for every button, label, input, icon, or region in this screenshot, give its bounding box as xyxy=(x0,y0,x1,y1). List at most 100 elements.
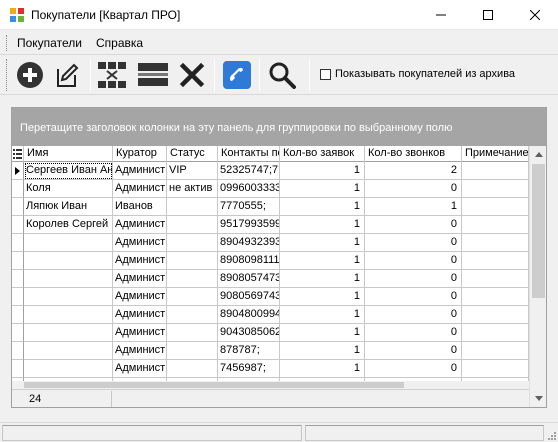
cell-requests[interactable]: 1 xyxy=(280,252,365,270)
cell-contacts[interactable]: 8908057473 xyxy=(218,270,280,288)
cell-contacts[interactable]: 8908098111 xyxy=(218,252,280,270)
cell-requests[interactable]: 1 xyxy=(280,324,365,342)
cell-status[interactable]: VIP xyxy=(167,162,218,180)
column-header-contacts[interactable]: Контакты пок xyxy=(218,146,280,162)
rows-button[interactable] xyxy=(137,59,169,91)
cell-curator[interactable]: Админист xyxy=(113,360,167,378)
delete-button[interactable] xyxy=(176,59,208,91)
resize-grip-icon[interactable] xyxy=(546,430,556,440)
column-header-name[interactable]: Имя xyxy=(24,146,113,162)
table-row[interactable]: Королев Сергей Админист 9517993599 1 0 xyxy=(12,216,529,234)
call-button[interactable] xyxy=(221,59,253,91)
table-row[interactable]: Админист 8904800994 1 0 xyxy=(12,306,529,324)
cell-requests[interactable]: 1 xyxy=(280,306,365,324)
cell-contacts[interactable]: 8904800994 xyxy=(218,306,280,324)
cell-name[interactable] xyxy=(24,288,113,306)
cell-note[interactable] xyxy=(462,342,529,360)
cell-note[interactable] xyxy=(462,270,529,288)
cell-curator[interactable]: Админист xyxy=(113,216,167,234)
cell-status[interactable] xyxy=(167,324,218,342)
archive-checkbox[interactable] xyxy=(320,68,331,80)
cell-name[interactable] xyxy=(24,234,113,252)
row-indicator[interactable] xyxy=(12,324,24,342)
cell-note[interactable] xyxy=(462,162,529,180)
cell-status[interactable] xyxy=(167,360,218,378)
cell-note[interactable] xyxy=(462,216,529,234)
table-row[interactable]: Админист 9043085062 1 0 xyxy=(12,324,529,342)
row-indicator[interactable] xyxy=(12,198,24,216)
cell-status[interactable] xyxy=(167,288,218,306)
row-indicator[interactable] xyxy=(12,216,24,234)
cell-curator[interactable]: Админист xyxy=(113,162,167,180)
cell-note[interactable] xyxy=(462,288,529,306)
row-indicator[interactable] xyxy=(12,360,24,378)
vertical-scroll-thumb[interactable] xyxy=(532,164,545,298)
cell-contacts[interactable]: 878787; xyxy=(218,342,280,360)
horizontal-scroll-thumb[interactable] xyxy=(24,382,404,388)
table-row[interactable]: Ляпюк Иван Иванов 7770555; 1 1 xyxy=(12,198,529,216)
cell-curator[interactable]: Админист xyxy=(113,234,167,252)
cell-requests[interactable]: 1 xyxy=(280,288,365,306)
column-chooser-button[interactable] xyxy=(12,146,24,162)
cell-curator[interactable]: Админист xyxy=(113,288,167,306)
cell-curator[interactable]: Админист xyxy=(113,270,167,288)
cell-status[interactable] xyxy=(167,306,218,324)
cell-status[interactable] xyxy=(167,252,218,270)
row-indicator[interactable] xyxy=(12,234,24,252)
column-header-status[interactable]: Статус xyxy=(167,146,218,162)
cell-curator[interactable]: Админист xyxy=(113,342,167,360)
cell-curator[interactable]: Админист xyxy=(113,306,167,324)
cell-name[interactable]: Королев Сергей xyxy=(24,216,113,234)
cell-requests[interactable]: 1 xyxy=(280,360,365,378)
cell-calls[interactable]: 0 xyxy=(365,180,462,198)
table-row[interactable]: Админист 8904932393 1 0 xyxy=(12,234,529,252)
cell-name[interactable] xyxy=(24,270,113,288)
cell-calls[interactable]: 0 xyxy=(365,288,462,306)
cell-note[interactable] xyxy=(462,234,529,252)
cell-requests[interactable]: 1 xyxy=(280,216,365,234)
archive-toggle[interactable]: Показывать покупателей из архива xyxy=(320,68,515,80)
horizontal-scrollbar[interactable] xyxy=(12,381,529,389)
table-row[interactable]: Админист 878787; 1 0 xyxy=(12,342,529,360)
cell-requests[interactable]: 1 xyxy=(280,162,365,180)
columns-button[interactable] xyxy=(97,59,129,91)
row-indicator[interactable] xyxy=(12,252,24,270)
cell-curator[interactable]: Иванов xyxy=(113,198,167,216)
menu-grip[interactable] xyxy=(6,35,9,51)
cell-name[interactable] xyxy=(24,342,113,360)
cell-contacts[interactable]: 8904932393 xyxy=(218,234,280,252)
cell-status[interactable]: не актив xyxy=(167,180,218,198)
cell-note[interactable] xyxy=(462,306,529,324)
cell-name[interactable]: Сергеев Иван Ан xyxy=(24,162,113,180)
cell-contacts[interactable]: 52325747;7 xyxy=(218,162,280,180)
cell-status[interactable] xyxy=(167,342,218,360)
cell-contacts[interactable]: 9080569743 xyxy=(218,288,280,306)
column-header-curator[interactable]: Куратор xyxy=(113,146,167,162)
cell-contacts[interactable]: 9517993599 xyxy=(218,216,280,234)
column-header-note[interactable]: Примечание xyxy=(462,146,529,162)
cell-calls[interactable]: 0 xyxy=(365,324,462,342)
cell-status[interactable] xyxy=(167,270,218,288)
cell-calls[interactable]: 0 xyxy=(365,342,462,360)
cell-name[interactable] xyxy=(24,306,113,324)
table-row[interactable]: Админист 9080569743 1 0 xyxy=(12,288,529,306)
cell-status[interactable] xyxy=(167,198,218,216)
edit-button[interactable] xyxy=(51,59,83,91)
table-row[interactable]: Админист 8908057473 1 0 xyxy=(12,270,529,288)
row-indicator[interactable] xyxy=(12,342,24,360)
add-button[interactable] xyxy=(14,59,46,91)
cell-calls[interactable]: 0 xyxy=(365,270,462,288)
cell-name[interactable]: Ляпюк Иван xyxy=(24,198,113,216)
row-indicator[interactable] xyxy=(12,270,24,288)
close-button[interactable] xyxy=(512,0,558,30)
cell-note[interactable] xyxy=(462,180,529,198)
row-indicator[interactable] xyxy=(12,306,24,324)
group-by-panel[interactable]: Перетащите заголовок колонки на эту пане… xyxy=(12,108,546,146)
menu-help[interactable]: Справка xyxy=(96,36,143,50)
scroll-down-button[interactable] xyxy=(530,390,546,407)
search-button[interactable] xyxy=(266,59,298,91)
minimize-button[interactable] xyxy=(418,0,464,30)
row-indicator[interactable] xyxy=(12,288,24,306)
cell-name[interactable] xyxy=(24,324,113,342)
cell-contacts[interactable]: 9043085062 xyxy=(218,324,280,342)
